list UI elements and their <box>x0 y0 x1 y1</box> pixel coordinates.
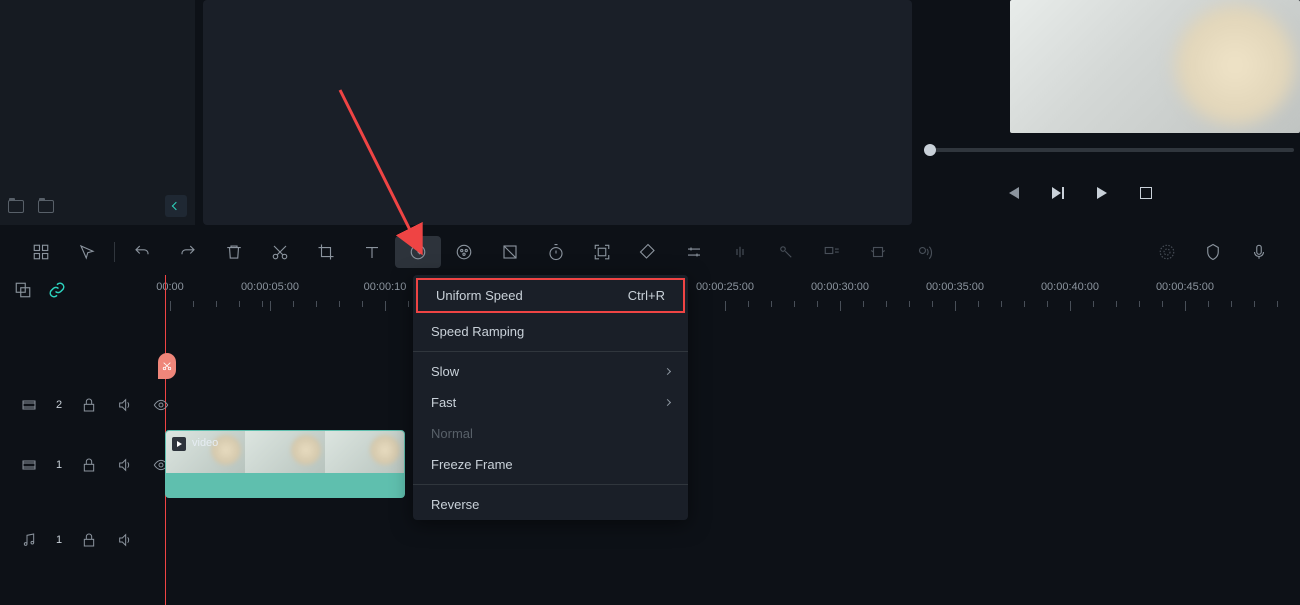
menu-label: Slow <box>431 364 459 379</box>
mute-icon[interactable] <box>116 531 134 549</box>
ruler-label: 00:00:35:00 <box>926 281 984 293</box>
delete-icon[interactable] <box>211 236 257 268</box>
mute-icon[interactable] <box>116 396 134 414</box>
audio-1-label: 1 <box>56 534 62 546</box>
chevron-right-icon <box>664 399 671 406</box>
menu-label: Freeze Frame <box>431 457 513 472</box>
ruler-label: 00:00:10 <box>364 281 407 293</box>
crop-icon[interactable] <box>303 236 349 268</box>
frame-icon[interactable] <box>855 236 901 268</box>
reverse-item[interactable]: Reverse <box>413 489 688 520</box>
chevron-left-icon <box>172 202 180 210</box>
stop-button[interactable] <box>1138 185 1154 201</box>
speed-icon[interactable] <box>395 236 441 268</box>
ruler-label: 00:00:05:00 <box>241 281 299 293</box>
grid-icon[interactable] <box>18 236 64 268</box>
scrub-handle[interactable] <box>924 144 936 156</box>
visibility-icon[interactable] <box>152 396 170 414</box>
track-2-label: 2 <box>56 399 62 411</box>
play-button[interactable] <box>1094 185 1110 201</box>
ruler-label: 00:00:30:00 <box>811 281 869 293</box>
overlap-icon[interactable] <box>14 281 32 299</box>
video-track-icon <box>20 396 38 414</box>
ruler-label: 00:00:40:00 <box>1041 281 1099 293</box>
pointer-icon[interactable] <box>64 236 110 268</box>
ruler-label: 00:00 <box>156 281 184 293</box>
next-clip-button[interactable] <box>1050 185 1066 201</box>
ruler-label: 00:00:25:00 <box>696 281 754 293</box>
lock-icon[interactable] <box>80 396 98 414</box>
cut-icon[interactable] <box>257 236 303 268</box>
audio-wave-icon[interactable] <box>717 236 763 268</box>
mute-icon[interactable] <box>116 456 134 474</box>
menu-label: Reverse <box>431 497 479 512</box>
import-folder-icon[interactable] <box>38 200 54 213</box>
fast-item[interactable]: Fast <box>413 387 688 418</box>
preview-scrubber[interactable] <box>924 148 1294 152</box>
new-folder-icon[interactable] <box>8 200 24 213</box>
audio-track-icon <box>20 531 38 549</box>
clip-name-label: video <box>192 437 218 449</box>
media-preview-area <box>203 0 912 225</box>
marker-icon[interactable] <box>1190 236 1236 268</box>
timeline-ruler[interactable]: 00:0000:00:05:0000:00:1000:00:25:0000:00… <box>160 281 1300 316</box>
audio-split-icon[interactable] <box>763 236 809 268</box>
menu-label: Speed Ramping <box>431 324 524 339</box>
mask-icon[interactable] <box>487 236 533 268</box>
media-bin-panel <box>0 0 195 225</box>
freeze-frame-item[interactable]: Freeze Frame <box>413 449 688 480</box>
chevron-right-icon <box>664 368 671 375</box>
ruler-label: 00:00:45:00 <box>1156 281 1214 293</box>
speed-ramping-item[interactable]: Speed Ramping <box>413 316 688 347</box>
timer-icon[interactable] <box>533 236 579 268</box>
fit-icon[interactable] <box>579 236 625 268</box>
tag-icon[interactable] <box>625 236 671 268</box>
uniform-speed-item[interactable]: Uniform Speed Ctrl+R <box>416 278 685 313</box>
render-icon[interactable] <box>1144 236 1190 268</box>
redo-icon[interactable] <box>165 236 211 268</box>
playhead-handle[interactable] <box>158 353 176 379</box>
normal-item: Normal <box>413 418 688 449</box>
link-icon[interactable] <box>48 281 66 299</box>
timeline-toolbar <box>0 229 1300 275</box>
menu-label: Fast <box>431 395 456 410</box>
mic-icon[interactable] <box>1236 236 1282 268</box>
slow-item[interactable]: Slow <box>413 356 688 387</box>
speed-dropdown-menu: Uniform Speed Ctrl+R Speed Ramping Slow … <box>413 275 688 520</box>
collapse-panel-button[interactable] <box>165 195 187 217</box>
track-1-label: 1 <box>56 459 62 471</box>
voice-icon[interactable] <box>901 236 947 268</box>
prev-frame-button[interactable] <box>1006 185 1022 201</box>
lock-icon[interactable] <box>80 531 98 549</box>
menu-label: Uniform Speed <box>436 288 523 303</box>
menu-label: Normal <box>431 426 473 441</box>
audio-sync-icon[interactable] <box>809 236 855 268</box>
menu-shortcut: Ctrl+R <box>628 288 665 303</box>
preview-thumbnail <box>1010 0 1300 133</box>
timeline-clip[interactable]: video <box>165 430 405 498</box>
audio-track-1-header: 1 <box>0 520 1300 560</box>
video-track-icon <box>20 456 38 474</box>
undo-icon[interactable] <box>119 236 165 268</box>
clip-play-icon <box>172 437 186 451</box>
color-icon[interactable] <box>441 236 487 268</box>
adjust-icon[interactable] <box>671 236 717 268</box>
video-preview-panel <box>920 0 1300 225</box>
text-icon[interactable] <box>349 236 395 268</box>
lock-icon[interactable] <box>80 456 98 474</box>
